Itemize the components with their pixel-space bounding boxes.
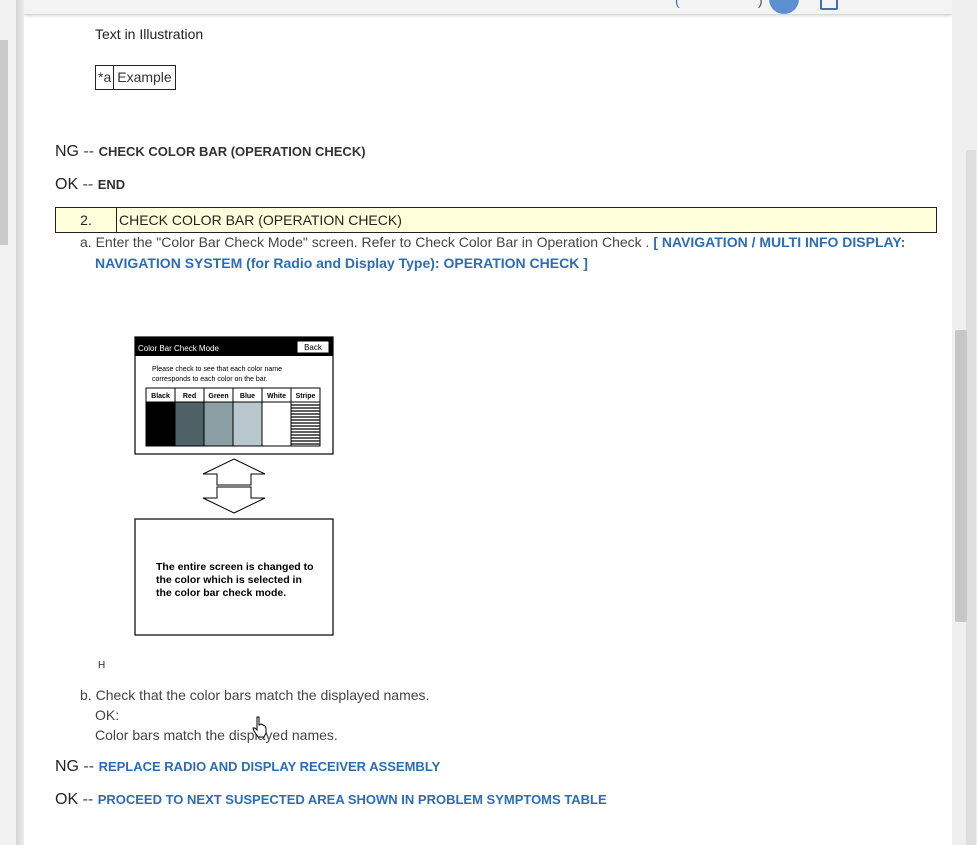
legend-value: Example: [117, 69, 172, 85]
ok-label: OK: [55, 791, 79, 808]
replace-receiver-link[interactable]: REPLACE RADIO AND DISPLAY RECEIVER ASSEM…: [99, 759, 441, 774]
ok-criteria-text: Color bars match the displayed names.: [95, 727, 338, 743]
ng-label: NG: [55, 143, 79, 160]
color-bar-figure: Color Bar Check Mode Back Please check t…: [134, 336, 334, 636]
document-pane: ( ) Text in Illustration *a Example NG -…: [24, 0, 952, 845]
toolbar-fragment: (: [675, 0, 680, 8]
substep-a-text: Enter the "Color Bar Check Mode" screen.…: [95, 234, 650, 250]
legend-key: *a: [96, 66, 115, 89]
ng-label: NG: [55, 758, 79, 775]
up-arrow-icon: [202, 458, 266, 486]
ok-label: OK: [55, 176, 79, 193]
color-bar-swatch: [203, 401, 234, 447]
ng-action-text: CHECK COLOR BAR (OPERATION CHECK): [98, 144, 366, 159]
result-ok-row: OK -- END: [55, 176, 125, 194]
instruction-line2: corresponds to each color on the bar.: [152, 376, 268, 383]
left-edge-tick: [0, 40, 8, 245]
ng-separator: --: [83, 143, 95, 160]
substep-a-prefix: a.: [80, 234, 92, 250]
result-line2: the color which is selected in: [156, 574, 302, 586]
tag-icon[interactable]: [820, 0, 838, 10]
color-column-label: White: [267, 393, 286, 400]
result-line1: The entire screen is changed to: [156, 561, 314, 573]
illustration-legend: *a Example: [95, 65, 176, 90]
scrollbar-thumb[interactable]: [955, 330, 967, 622]
color-column-label: Stripe: [296, 393, 316, 400]
left-edge-panel: [0, 0, 16, 845]
substep-b-text: Check that the color bars match the disp…: [95, 687, 430, 703]
back-button-label: Back: [304, 343, 323, 352]
color-bar-swatch: [145, 401, 176, 447]
color-bar-swatch: [290, 401, 321, 447]
operation-check-link-part1[interactable]: [ NAVIGATION / MULTI INFO DISPLAY:: [653, 234, 905, 250]
ok-separator: --: [82, 176, 94, 193]
substep-a-line1: a. Enter the "Color Bar Check Mode" scre…: [80, 234, 905, 250]
dialog-shadow: [16, 0, 24, 845]
outer-scrollbar-thumb[interactable]: [966, 150, 976, 845]
instruction-line1: Please check to see that each color name: [152, 366, 282, 373]
result-line3: the color bar check mode.: [156, 587, 286, 599]
toolbar-fragment: ): [758, 0, 763, 8]
figure-code: H: [98, 660, 106, 671]
step-number: 2.: [56, 208, 117, 232]
substep-b: b. Check that the color bars match the d…: [80, 687, 429, 703]
illustration-text-heading: Text in Illustration: [95, 26, 204, 42]
color-column-label: Green: [208, 393, 228, 400]
step-title: CHECK COLOR BAR (OPERATION CHECK): [119, 212, 402, 228]
color-column-label: Black: [151, 393, 170, 400]
screen-title: Color Bar Check Mode: [138, 344, 219, 353]
color-column-label: Red: [183, 393, 196, 400]
substep-b-prefix: b.: [80, 687, 92, 703]
problem-symptoms-link[interactable]: PROCEED TO NEXT SUSPECTED AREA SHOWN IN …: [98, 792, 607, 807]
color-bar-swatch: [261, 401, 292, 447]
down-arrow-icon: [202, 486, 266, 514]
ok-action-text: END: [97, 177, 126, 192]
result-ng-row: NG -- CHECK COLOR BAR (OPERATION CHECK): [55, 143, 366, 161]
step-header: 2. CHECK COLOR BAR (OPERATION CHECK): [55, 207, 937, 233]
color-bar-swatch: [174, 401, 205, 447]
dialog-toolbar: ( ): [24, 0, 952, 15]
result2-ng-row: NG -- REPLACE RADIO AND DISPLAY RECEIVER…: [55, 758, 440, 776]
result2-ok-row: OK -- PROCEED TO NEXT SUSPECTED AREA SHO…: [55, 791, 607, 809]
hand-pointer-cursor-icon: [252, 716, 267, 738]
color-bar-swatch: [232, 401, 263, 447]
color-column-label: Blue: [240, 393, 255, 400]
ok-separator: --: [82, 791, 94, 808]
ng-separator: --: [83, 758, 95, 775]
user-avatar-icon[interactable]: [769, 0, 799, 14]
ok-criteria-label: OK:: [95, 707, 120, 723]
operation-check-link-part2[interactable]: NAVIGATION SYSTEM (for Radio and Display…: [95, 255, 588, 271]
color-bar-table: Black Red Green Blue White Stripe: [145, 387, 321, 447]
